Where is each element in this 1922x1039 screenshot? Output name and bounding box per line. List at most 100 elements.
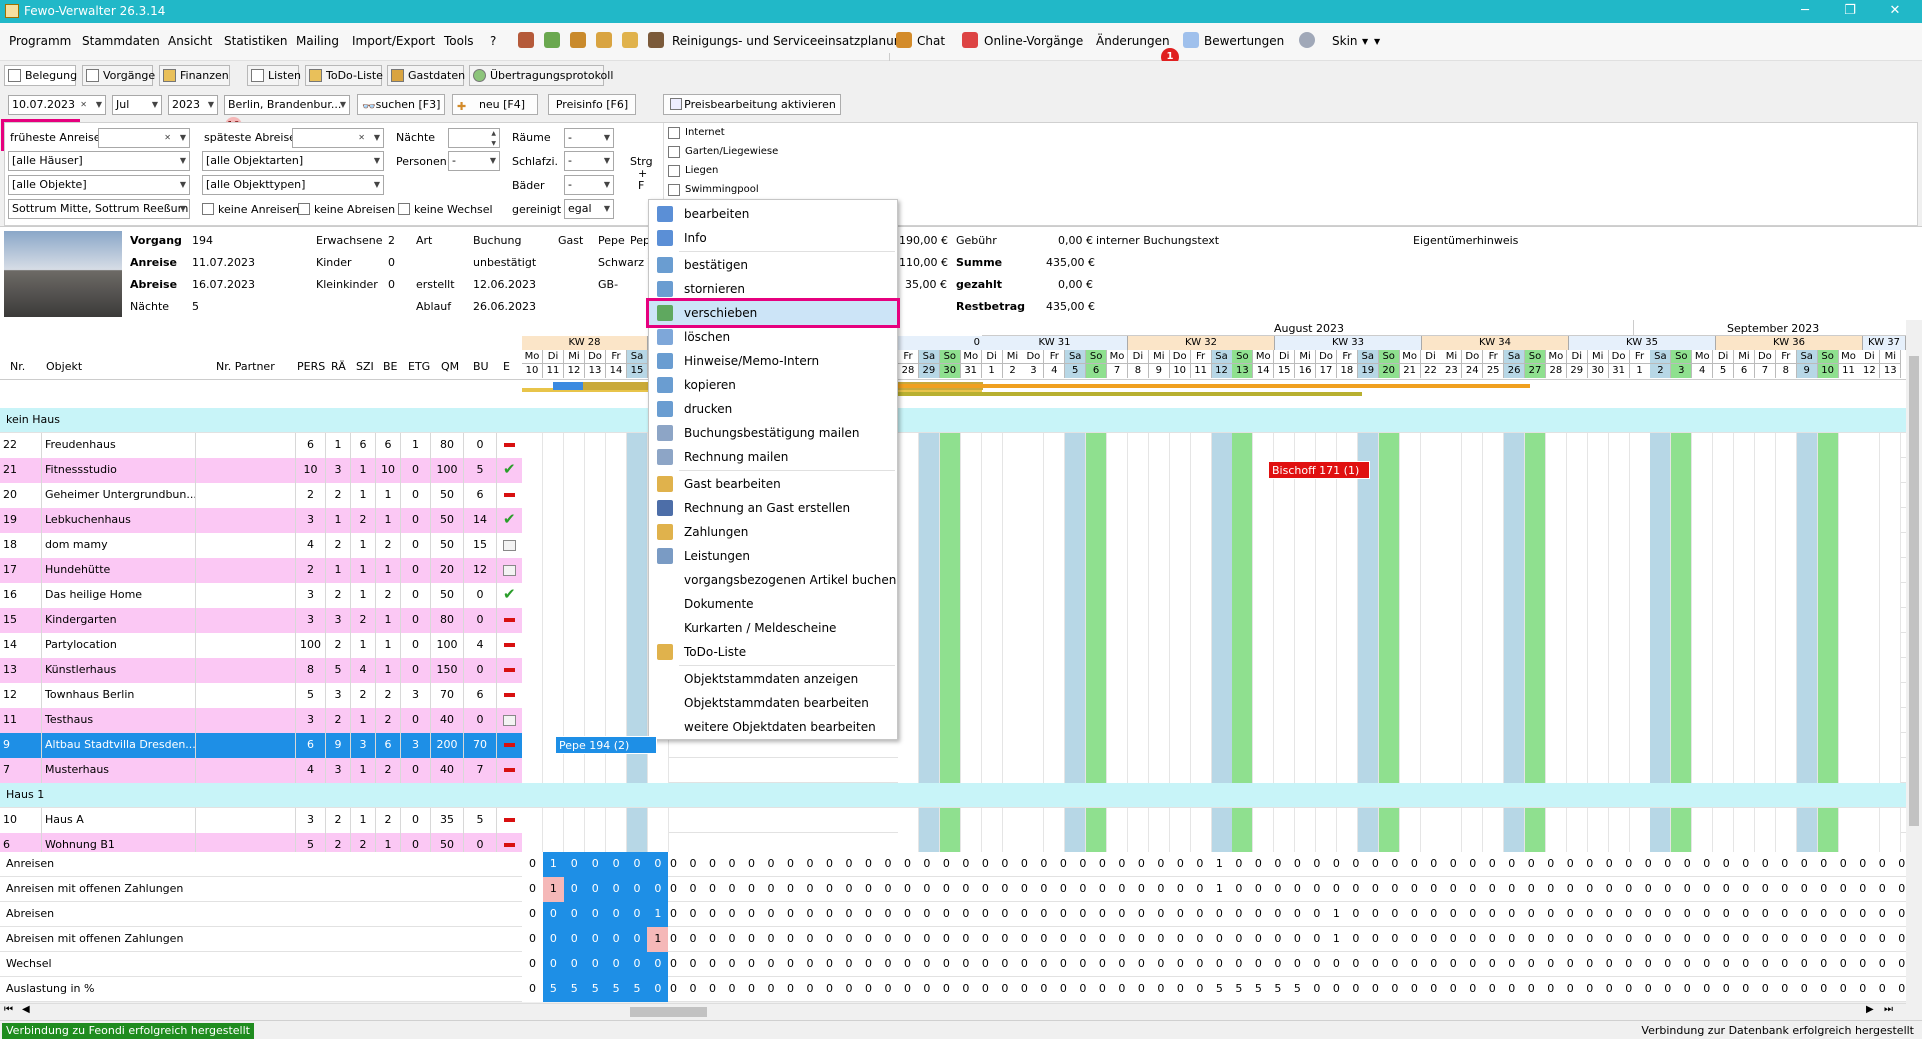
- day-cell[interactable]: [898, 758, 919, 783]
- day-cell[interactable]: [1107, 483, 1128, 508]
- day-cell[interactable]: [1441, 508, 1463, 533]
- day-cell[interactable]: [1775, 758, 1797, 783]
- day-cell[interactable]: [1838, 708, 1860, 733]
- day-cell[interactable]: [1713, 558, 1735, 583]
- day-cell[interactable]: [1065, 558, 1087, 583]
- scroll-last-icon[interactable]: ⏭: [1884, 1004, 1893, 1015]
- day-cell[interactable]: [1754, 658, 1776, 683]
- day-cell[interactable]: [627, 608, 648, 633]
- day-cell[interactable]: [1775, 533, 1797, 558]
- day-cell[interactable]: [1420, 608, 1442, 633]
- day-cell[interactable]: [1044, 658, 1066, 683]
- day-cell[interactable]: [1357, 433, 1379, 458]
- day-cell[interactable]: [1713, 433, 1735, 458]
- day-cell[interactable]: [1692, 458, 1714, 483]
- day-cell[interactable]: [1357, 658, 1379, 683]
- day-cell[interactable]: [1232, 608, 1254, 633]
- day-cell[interactable]: [1295, 583, 1317, 608]
- day-cell[interactable]: [1859, 583, 1881, 608]
- day-cell[interactable]: [918, 733, 940, 758]
- restore-button[interactable]: ❐: [1830, 2, 1870, 20]
- day-cell[interactable]: [1629, 483, 1651, 508]
- day-cell[interactable]: [1754, 558, 1776, 583]
- table-row[interactable]: 21 Fitnessstudio 10 3 1 10 0 100 5 ✔: [0, 458, 1906, 483]
- day-cell[interactable]: [1420, 658, 1442, 683]
- day-cell[interactable]: [1274, 758, 1296, 783]
- day-cell[interactable]: [1107, 708, 1128, 733]
- day-cell[interactable]: [1065, 583, 1087, 608]
- table-row[interactable]: 17 Hundehütte 2 1 1 1 0 20 12: [0, 558, 1906, 583]
- day-cell[interactable]: [1859, 683, 1881, 708]
- day-cell[interactable]: [1838, 433, 1860, 458]
- day-cell[interactable]: [898, 658, 919, 683]
- table-row[interactable]: 12 Townhaus Berlin 5 3 2 2 3 70 6: [0, 683, 1906, 708]
- day-cell[interactable]: [1232, 733, 1254, 758]
- day-cell[interactable]: [543, 658, 564, 683]
- day-cell[interactable]: [1274, 733, 1296, 758]
- day-cell[interactable]: [1817, 483, 1839, 508]
- day-cell[interactable]: [1608, 808, 1630, 833]
- context-item[interactable]: Hinweise/Memo-Intern: [649, 349, 897, 373]
- day-cell[interactable]: [1399, 808, 1421, 833]
- context-item[interactable]: stornieren: [649, 277, 897, 301]
- day-cell[interactable]: [1671, 733, 1693, 758]
- day-cell[interactable]: [1295, 483, 1317, 508]
- day-cell[interactable]: [1462, 508, 1484, 533]
- day-cell[interactable]: [606, 583, 627, 608]
- day-cell[interactable]: [1190, 483, 1212, 508]
- day-cell[interactable]: [564, 808, 585, 833]
- day-cell[interactable]: [606, 508, 627, 533]
- day-cell[interactable]: [1838, 483, 1860, 508]
- day-cell[interactable]: [1148, 558, 1170, 583]
- day-cell[interactable]: [1566, 758, 1588, 783]
- day-cell[interactable]: [1148, 758, 1170, 783]
- day-cell[interactable]: [1545, 433, 1567, 458]
- day-cell[interactable]: [1357, 508, 1379, 533]
- day-cell[interactable]: [981, 708, 1003, 733]
- day-cell[interactable]: [1232, 658, 1254, 683]
- day-cell[interactable]: [1838, 758, 1860, 783]
- day-cell[interactable]: [1316, 658, 1337, 683]
- day-cell[interactable]: [1086, 433, 1108, 458]
- day-cell[interactable]: [1504, 533, 1526, 558]
- day-cell[interactable]: [1650, 558, 1672, 583]
- priceinfo-button[interactable]: Preisinfo [F6]: [548, 94, 636, 115]
- day-cell[interactable]: [627, 533, 648, 558]
- day-cell[interactable]: [1796, 633, 1818, 658]
- table-row[interactable]: 13 Künstlerhaus 8 5 4 1 0 150 0: [0, 658, 1906, 683]
- day-cell[interactable]: [1127, 483, 1149, 508]
- search-button[interactable]: 👓 suchen [F3]: [357, 94, 445, 115]
- clear-icon[interactable]: ✕: [164, 129, 171, 147]
- day-cell[interactable]: [1420, 558, 1442, 583]
- day-cell[interactable]: [939, 658, 961, 683]
- day-cell[interactable]: [1420, 583, 1442, 608]
- day-cell[interactable]: [1629, 533, 1651, 558]
- day-cell[interactable]: [522, 433, 543, 458]
- day-cell[interactable]: [1671, 683, 1693, 708]
- day-cell[interactable]: [1399, 433, 1421, 458]
- day-cell[interactable]: [898, 733, 919, 758]
- day-cell[interactable]: [1148, 608, 1170, 633]
- day-cell[interactable]: [1065, 758, 1087, 783]
- day-cell[interactable]: [1775, 583, 1797, 608]
- day-cell[interactable]: [1086, 583, 1108, 608]
- day-cell[interactable]: [898, 458, 919, 483]
- day-cell[interactable]: [981, 458, 1003, 483]
- chevron-down-icon[interactable]: ▼: [96, 96, 102, 114]
- day-cell[interactable]: [1504, 508, 1526, 533]
- day-cell[interactable]: [1880, 483, 1902, 508]
- day-cell[interactable]: [981, 608, 1003, 633]
- day-cell[interactable]: [1608, 533, 1630, 558]
- day-cell[interactable]: [1734, 458, 1755, 483]
- day-cell[interactable]: [1336, 483, 1358, 508]
- day-cell[interactable]: [1880, 808, 1902, 833]
- day-cell[interactable]: [1441, 683, 1463, 708]
- day-cell[interactable]: [1148, 433, 1170, 458]
- day-cell[interactable]: [1525, 583, 1546, 608]
- day-cell[interactable]: [1023, 758, 1045, 783]
- day-cell[interactable]: [1295, 608, 1317, 633]
- day-cell[interactable]: [1650, 658, 1672, 683]
- day-cell[interactable]: [1357, 583, 1379, 608]
- day-cell[interactable]: [1587, 508, 1609, 533]
- day-cell[interactable]: [1566, 558, 1588, 583]
